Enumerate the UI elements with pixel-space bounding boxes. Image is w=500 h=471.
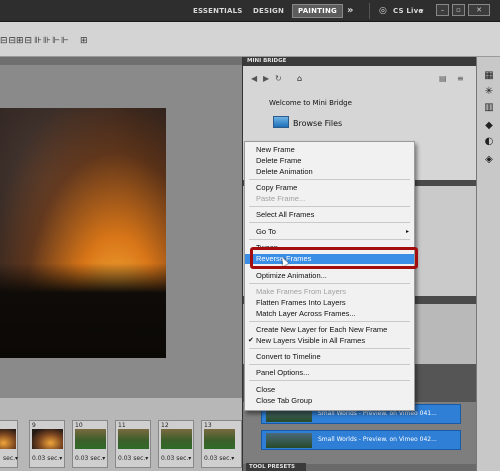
frame-number: 13 — [204, 422, 212, 429]
layers-icon[interactable]: ◈ — [482, 153, 496, 166]
panel-menu-icon[interactable]: ≡ — [457, 74, 464, 83]
animation-list: Small Worlds - Preview. on Vimeo 041... … — [243, 402, 477, 464]
menu-separator — [249, 179, 410, 180]
browse-files-link[interactable]: Browse Files — [293, 119, 342, 128]
brush-icon[interactable]: ◆ — [482, 119, 496, 132]
menu-separator — [249, 348, 410, 349]
menu-item-create-new-layer[interactable]: Create New Layer for Each New Frame — [245, 325, 414, 335]
menu-item-delete-animation[interactable]: Delete Animation — [245, 167, 414, 177]
animation-frame[interactable]: sec.▾ — [0, 420, 18, 468]
back-icon[interactable]: ◀ — [251, 74, 257, 83]
menu-separator — [249, 206, 410, 207]
frame-number: 11 — [118, 422, 126, 429]
history-icon[interactable]: ▥ — [482, 101, 496, 114]
submenu-arrow-icon: ▸ — [405, 229, 409, 235]
frame-delay[interactable]: sec.▾ — [3, 455, 18, 462]
menu-item-delete-frame[interactable]: Delete Frame — [245, 156, 414, 166]
restore-icon[interactable]: ▫ — [452, 4, 465, 16]
menu-item-label: Go To — [256, 227, 276, 236]
menu-item-paste-frame[interactable]: Paste Frame... — [245, 194, 414, 204]
frame-thumbnail — [161, 429, 192, 449]
animation-frame[interactable]: 12 0.03 sec.▾ — [158, 420, 194, 468]
more-workspaces-button[interactable]: » — [342, 4, 359, 18]
menu-separator — [249, 380, 410, 381]
menu-item-close-tab-group[interactable]: Close Tab Group — [245, 396, 414, 406]
options-bar: ⊟⊟ ⊞⊟ ⊪⊪ ⊩⊩ ⊞ — [0, 22, 500, 57]
menu-item-match-layer[interactable]: Match Layer Across Frames... — [245, 309, 414, 319]
animation-frame[interactable]: 13 0.03 sec.▾ — [201, 420, 242, 468]
list-item[interactable]: Small Worlds - Preview. on Vimeo 042... — [261, 430, 461, 450]
close-icon[interactable]: ✕ — [468, 4, 490, 16]
menu-item-close[interactable]: Close — [245, 385, 414, 395]
frame-delay[interactable]: 0.03 sec.▾ — [161, 455, 191, 462]
mini-bridge-tab[interactable]: MINI BRIDGE — [243, 57, 477, 66]
menu-separator — [249, 283, 410, 284]
panel-flyout-menu: New Frame Delete Frame Delete Animation … — [244, 141, 415, 411]
menu-item-label: New Layers Visible in All Frames — [256, 336, 366, 345]
distribute-horizontal-icon[interactable]: ⊩⊩ — [52, 36, 70, 46]
home-icon[interactable]: ⌂ — [297, 74, 302, 83]
menu-item-new-frame[interactable]: New Frame — [245, 145, 414, 155]
frame-number: 10 — [75, 422, 83, 429]
menu-item-new-layers-visible[interactable]: ✔ New Layers Visible in All Frames — [245, 336, 414, 346]
frame-thumbnail — [75, 429, 106, 449]
view-icon[interactable]: ▤ — [439, 74, 447, 83]
animation-frame[interactable]: 10 0.03 sec.▾ — [72, 420, 108, 468]
menu-item-convert-to-timeline[interactable]: Convert to Timeline — [245, 352, 414, 362]
city-skyline — [0, 317, 166, 343]
menu-item-go-to[interactable]: Go To ▸ — [245, 227, 414, 237]
divider — [369, 3, 370, 19]
menu-separator — [249, 321, 410, 322]
frame-delay[interactable]: 0.03 sec.▾ — [204, 455, 234, 462]
canvas-image[interactable] — [0, 108, 166, 358]
frame-thumbnail — [118, 429, 149, 449]
frame-thumbnail — [0, 429, 16, 449]
cslive-dropdown-icon[interactable]: ▾ — [420, 4, 424, 18]
right-dock: ▦ ✳ ▥ ◆ ◐ ◈ — [476, 57, 500, 471]
menu-separator — [249, 222, 410, 223]
frame-thumbnail — [204, 429, 235, 449]
menu-separator — [249, 364, 410, 365]
application-bar: ESSENTIALS DESIGN PAINTING » ◎ CS Live ▾… — [0, 0, 500, 22]
frame-delay[interactable]: 0.03 sec.▾ — [75, 455, 105, 462]
browse-files-icon[interactable] — [273, 116, 289, 128]
frame-delay[interactable]: 0.03 sec.▾ — [32, 455, 62, 462]
align-middle-icon[interactable]: ⊞⊟ — [16, 36, 33, 46]
callout-highlight — [250, 247, 418, 269]
character-icon[interactable]: ◐ — [482, 135, 496, 148]
menu-item-panel-options[interactable]: Panel Options... — [245, 368, 414, 378]
checkmark-icon: ✔ — [248, 337, 254, 344]
frame-delay[interactable]: 0.03 sec.▾ — [118, 455, 148, 462]
forward-icon[interactable]: ▶ — [263, 74, 269, 83]
auto-align-icon[interactable]: ⊞ — [80, 36, 89, 46]
animation-frame[interactable]: 9 0.03 sec.▾ — [29, 420, 65, 468]
frame-thumbnail — [32, 429, 63, 449]
workspace-essentials[interactable]: ESSENTIALS — [188, 4, 248, 18]
document-window — [0, 57, 242, 397]
list-item-title: Small Worlds - Preview. on Vimeo 042... — [318, 436, 437, 443]
animation-frame[interactable]: 11 0.03 sec.▾ — [115, 420, 151, 468]
list-item-title: Small Worlds - Preview. on Vimeo 041... — [318, 410, 437, 417]
frame-number: 9 — [32, 422, 36, 429]
frame-number: 12 — [161, 422, 169, 429]
styles-icon[interactable]: ✳ — [482, 85, 496, 98]
menu-separator — [249, 239, 410, 240]
workspace-painting[interactable]: PAINTING — [292, 4, 343, 18]
tool-presets-tab[interactable]: TOOL PRESETS — [246, 463, 306, 471]
distribute-icon[interactable]: ⊪⊪ — [34, 36, 52, 46]
menu-item-select-all-frames[interactable]: Select All Frames — [245, 210, 414, 220]
menu-item-optimize-animation[interactable]: Optimize Animation... — [245, 271, 414, 281]
align-top-icon[interactable]: ⊟⊟ — [0, 36, 17, 46]
menu-item-flatten-frames[interactable]: Flatten Frames Into Layers — [245, 298, 414, 308]
bridge-welcome-text: Welcome to Mini Bridge — [269, 99, 352, 107]
video-thumbnail — [266, 433, 312, 448]
document-tab-strip — [0, 57, 242, 65]
recent-icon[interactable]: ↻ — [275, 74, 282, 83]
menu-item-make-frames-from-layers[interactable]: Make Frames From Layers — [245, 287, 414, 297]
menu-item-copy-frame[interactable]: Copy Frame — [245, 183, 414, 193]
workspace-design[interactable]: DESIGN — [248, 4, 289, 18]
swatches-icon[interactable]: ▦ — [482, 69, 496, 82]
minimize-icon[interactable]: – — [436, 4, 449, 16]
animation-filmstrip: sec.▾ 9 0.03 sec.▾ 10 0.03 sec.▾ 11 0.03… — [0, 397, 242, 471]
